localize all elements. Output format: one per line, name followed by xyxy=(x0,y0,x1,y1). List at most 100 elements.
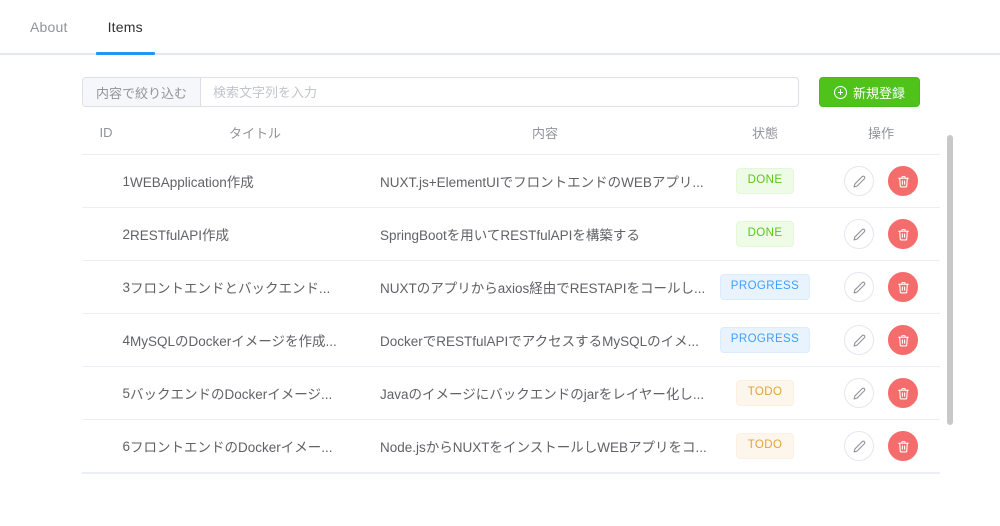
tab-items[interactable]: Items xyxy=(88,0,163,53)
cell-state: TODO xyxy=(710,420,820,473)
pencil-icon xyxy=(853,440,866,453)
cell-state: DONE xyxy=(710,155,820,208)
items-table-head: ID タイトル 内容 状態 操作 xyxy=(82,123,940,155)
filter-select-label: 内容で絞り込む xyxy=(96,83,187,102)
items-table-wrap: ID タイトル 内容 状態 操作 1WEBApplication作成NUXT.j… xyxy=(82,123,940,474)
row-actions xyxy=(820,272,940,302)
row-actions xyxy=(820,325,940,355)
table-row[interactable]: 1WEBApplication作成NUXT.js+ElementUIでフロントエ… xyxy=(82,155,940,208)
trash-icon xyxy=(897,175,910,188)
cell-body: SpringBootを用いてRESTfulAPIを構築する xyxy=(380,208,710,261)
cell-id: 1 xyxy=(82,155,130,208)
cell-id: 5 xyxy=(82,367,130,420)
edit-button[interactable] xyxy=(844,272,874,302)
cell-operations xyxy=(820,155,940,208)
cell-id: 3 xyxy=(82,261,130,314)
pencil-icon xyxy=(853,175,866,188)
cell-state: DONE xyxy=(710,208,820,261)
new-item-button-label: 新規登録 xyxy=(853,83,905,102)
row-actions xyxy=(820,166,940,196)
cell-title: WEBApplication作成 xyxy=(130,155,380,208)
page-content: 内容で絞り込む 新規登録 ID タイトル 内容 状態 操作 xyxy=(0,55,1000,526)
new-item-button[interactable]: 新規登録 xyxy=(819,77,920,107)
cell-state: PROGRESS xyxy=(710,261,820,314)
cell-title: フロントエンドとバックエンド... xyxy=(130,261,380,314)
pencil-icon xyxy=(853,334,866,347)
search-group: 内容で絞り込む xyxy=(82,77,799,107)
edit-button[interactable] xyxy=(844,166,874,196)
cell-operations xyxy=(820,208,940,261)
status-badge: DONE xyxy=(736,221,794,247)
cell-body: NUXTのアプリからaxios経由でRESTAPIをコールし... xyxy=(380,261,710,314)
cell-id: 6 xyxy=(82,420,130,473)
row-actions xyxy=(820,378,940,408)
table-bottom-divider xyxy=(82,473,940,474)
column-header-body[interactable]: 内容 xyxy=(380,123,710,155)
row-actions xyxy=(820,431,940,461)
status-badge: DONE xyxy=(736,168,794,194)
trash-icon xyxy=(897,334,910,347)
table-scrollbar-track[interactable] xyxy=(946,123,954,474)
status-badge: PROGRESS xyxy=(720,274,810,300)
search-input[interactable] xyxy=(201,78,798,106)
column-header-state[interactable]: 状態 xyxy=(710,123,820,155)
edit-button[interactable] xyxy=(844,431,874,461)
table-row[interactable]: 4MySQLのDockerイメージを作成...DockerでRESTfulAPI… xyxy=(82,314,940,367)
filter-select[interactable]: 内容で絞り込む xyxy=(83,78,201,106)
items-table: ID タイトル 内容 状態 操作 1WEBApplication作成NUXT.j… xyxy=(82,123,940,473)
cell-operations xyxy=(820,261,940,314)
pencil-icon xyxy=(853,228,866,241)
cell-state: TODO xyxy=(710,367,820,420)
trash-icon xyxy=(897,387,910,400)
pencil-icon xyxy=(853,387,866,400)
table-row[interactable]: 3フロントエンドとバックエンド...NUXTのアプリからaxios経由でREST… xyxy=(82,261,940,314)
cell-operations xyxy=(820,314,940,367)
row-actions xyxy=(820,219,940,249)
cell-title: RESTfulAPI作成 xyxy=(130,208,380,261)
cell-operations xyxy=(820,420,940,473)
delete-button[interactable] xyxy=(888,378,918,408)
trash-icon xyxy=(897,281,910,294)
column-header-id[interactable]: ID xyxy=(82,123,130,155)
cell-body: NUXT.js+ElementUIでフロントエンドのWEBアプリ... xyxy=(380,155,710,208)
cell-id: 2 xyxy=(82,208,130,261)
status-badge: TODO xyxy=(736,433,794,459)
cell-id: 4 xyxy=(82,314,130,367)
edit-button[interactable] xyxy=(844,378,874,408)
trash-icon xyxy=(897,440,910,453)
tab-items-label: Items xyxy=(108,19,143,35)
table-row[interactable]: 5バックエンドのDockerイメージ...Javaのイメージにバックエンドのja… xyxy=(82,367,940,420)
tab-about-label: About xyxy=(30,19,68,35)
edit-button[interactable] xyxy=(844,325,874,355)
delete-button[interactable] xyxy=(888,166,918,196)
top-navbar: About Items xyxy=(0,0,1000,55)
items-table-header-row: ID タイトル 内容 状態 操作 xyxy=(82,123,940,155)
delete-button[interactable] xyxy=(888,219,918,249)
items-table-body: 1WEBApplication作成NUXT.js+ElementUIでフロントエ… xyxy=(82,155,940,473)
cell-body: Node.jsからNUXTをインストールしWEBアプリをコ... xyxy=(380,420,710,473)
cell-body: DockerでRESTfulAPIでアクセスするMySQLのイメ... xyxy=(380,314,710,367)
cell-title: フロントエンドのDockerイメー... xyxy=(130,420,380,473)
toolbar: 内容で絞り込む 新規登録 xyxy=(0,55,1000,107)
status-badge: PROGRESS xyxy=(720,327,810,353)
cell-title: バックエンドのDockerイメージ... xyxy=(130,367,380,420)
tab-about[interactable]: About xyxy=(10,0,88,53)
cell-title: MySQLのDockerイメージを作成... xyxy=(130,314,380,367)
plus-circle-icon xyxy=(834,86,847,99)
delete-button[interactable] xyxy=(888,325,918,355)
table-row[interactable]: 6フロントエンドのDockerイメー...Node.jsからNUXTをインストー… xyxy=(82,420,940,473)
column-header-title[interactable]: タイトル xyxy=(130,123,380,155)
cell-body: Javaのイメージにバックエンドのjarをレイヤー化し... xyxy=(380,367,710,420)
cell-operations xyxy=(820,367,940,420)
table-row[interactable]: 2RESTfulAPI作成SpringBootを用いてRESTfulAPIを構築… xyxy=(82,208,940,261)
edit-button[interactable] xyxy=(844,219,874,249)
status-badge: TODO xyxy=(736,380,794,406)
table-scrollbar-thumb[interactable] xyxy=(947,135,953,425)
delete-button[interactable] xyxy=(888,431,918,461)
pencil-icon xyxy=(853,281,866,294)
delete-button[interactable] xyxy=(888,272,918,302)
trash-icon xyxy=(897,228,910,241)
items-table-card: ID タイトル 内容 状態 操作 1WEBApplication作成NUXT.j… xyxy=(82,123,940,474)
column-header-ops[interactable]: 操作 xyxy=(820,123,940,155)
cell-state: PROGRESS xyxy=(710,314,820,367)
